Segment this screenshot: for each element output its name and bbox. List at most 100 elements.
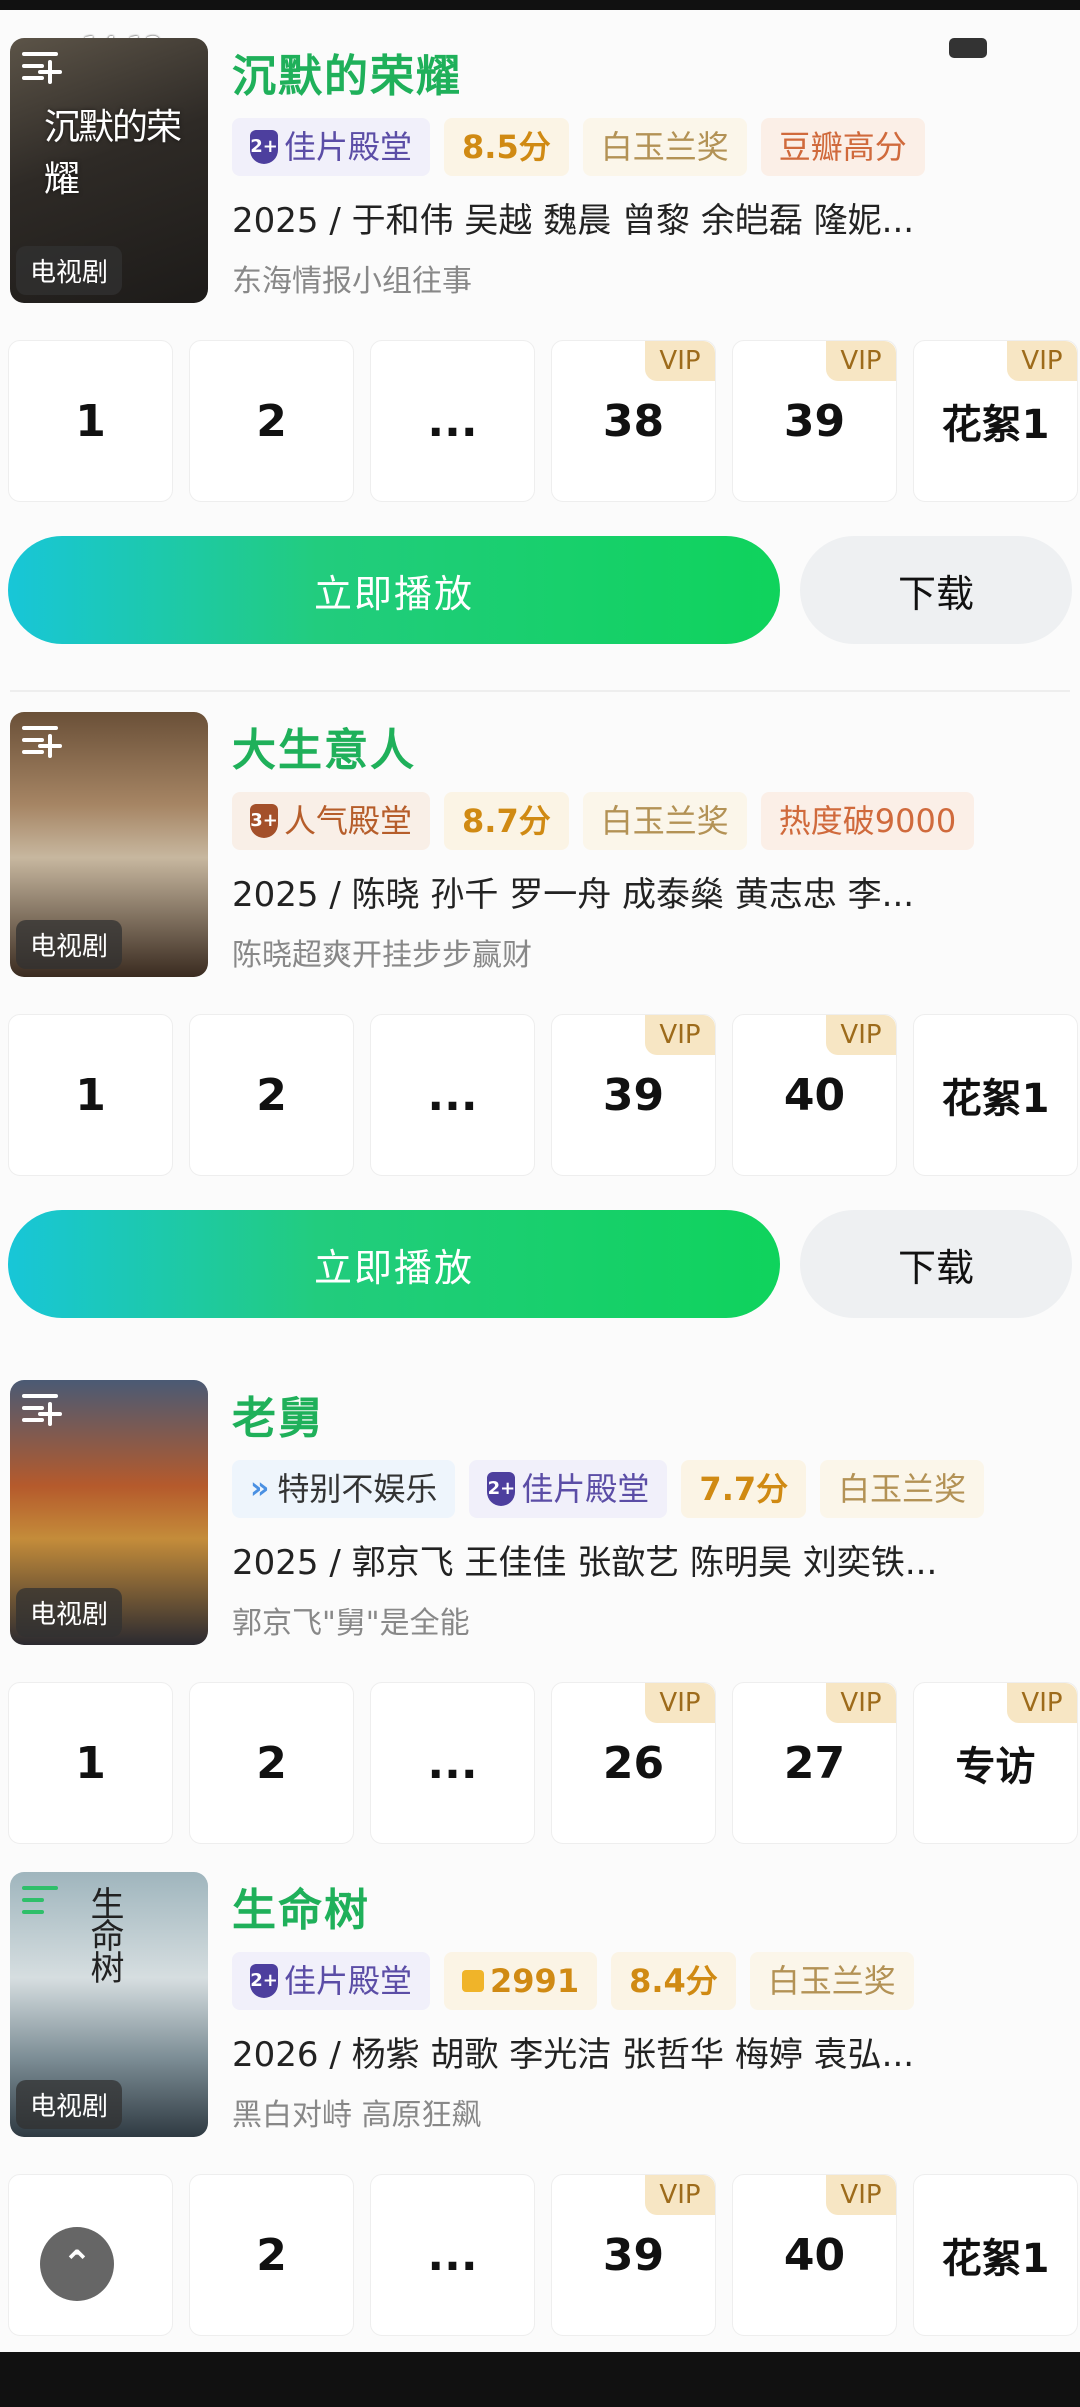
extras-button[interactable]: 花絮1 xyxy=(913,2174,1078,2336)
play-now-button[interactable]: 立即播放 xyxy=(8,1210,780,1318)
vip-badge: VIP xyxy=(826,1683,896,1723)
thumbs-up-icon xyxy=(462,1970,485,1992)
award-tag: 白玉兰奖 xyxy=(582,118,747,176)
episode-button[interactable]: 2 xyxy=(189,2174,354,2336)
vip-badge: VIP xyxy=(826,1015,896,1055)
score-tag: 8.4分 xyxy=(611,1952,736,2010)
back-to-top-button[interactable]: ⌃ xyxy=(40,2227,114,2301)
extras-button[interactable]: 花絮1 xyxy=(913,1014,1078,1176)
chevron-up-icon: ⌃ xyxy=(61,2243,93,2285)
award-tag: 白玉兰奖 xyxy=(749,1952,914,2010)
add-to-list-icon[interactable] xyxy=(22,1390,62,1426)
download-button[interactable]: 下载 xyxy=(800,1210,1072,1318)
show-title[interactable]: 大生意人 xyxy=(232,714,416,778)
episode-button[interactable]: 40 VIP xyxy=(732,1014,897,1176)
hall-tag: 2+ 佳片殿堂 xyxy=(469,1460,668,1518)
add-to-list-icon[interactable] xyxy=(22,1882,62,1918)
episode-button[interactable]: 2 xyxy=(189,340,354,502)
description: 黑白对峙 高原狂飙 xyxy=(232,2098,482,2133)
special-tag: » 特别不娱乐 xyxy=(232,1460,456,1518)
poster[interactable]: 电视剧 xyxy=(10,712,208,977)
episode-button[interactable]: 1 xyxy=(8,340,173,502)
interview-button[interactable]: 专访 VIP xyxy=(913,1682,1078,1844)
vip-badge: VIP xyxy=(645,2175,715,2215)
episode-button[interactable]: ... xyxy=(370,2174,535,2336)
show-title[interactable]: 沉默的荣耀 xyxy=(232,40,462,104)
cast-line: 2025 / 陈晓 孙千 罗一舟 成泰燊 黄志忠 李... xyxy=(232,875,915,915)
hot-tag: 豆瓣高分 xyxy=(760,118,925,176)
description: 郭京飞"舅"是全能 xyxy=(232,1606,470,1641)
episode-button[interactable]: 1 xyxy=(8,1014,173,1176)
tag-row: » 特别不娱乐 2+ 佳片殿堂 7.7分 白玉兰奖 xyxy=(232,1460,985,1520)
hall-tag: 2+ 佳片殿堂 xyxy=(232,118,431,176)
vip-badge: VIP xyxy=(1007,1683,1077,1723)
vip-badge: VIP xyxy=(645,341,715,381)
vip-badge: VIP xyxy=(1007,341,1077,381)
show-title[interactable]: 生命树 xyxy=(232,1874,370,1938)
description: 陈晓超爽开挂步步赢财 xyxy=(232,938,532,973)
add-to-list-icon[interactable] xyxy=(22,722,62,758)
category-label: 电视剧 xyxy=(16,2080,123,2129)
episode-button[interactable]: 27 VIP xyxy=(732,1682,897,1844)
description: 东海情报小组往事 xyxy=(232,264,472,299)
episode-list: 1 2 ... 38 VIP 39 VIP 花絮1 VIP xyxy=(8,340,1078,502)
extras-button[interactable]: 花絮1 VIP xyxy=(913,340,1078,502)
download-button[interactable]: 下载 xyxy=(800,536,1072,644)
poster-title: 生命树 xyxy=(84,1886,124,1982)
episode-list: 1 2 ... 26 VIP 27 VIP 专访 VIP xyxy=(8,1682,1078,1844)
award-tag: 白玉兰奖 xyxy=(582,792,747,850)
category-label: 电视剧 xyxy=(16,920,123,969)
likes-tag: 2991 xyxy=(444,1952,598,2010)
poster-title: 沉默的荣耀 xyxy=(44,107,182,200)
hot-tag: 热度破9000 xyxy=(760,792,975,850)
episode-list: 1 2 ... 39VIP 40VIP 花絮1 xyxy=(8,1014,1078,1176)
hall-badge-icon: 2+ xyxy=(487,1472,516,1506)
category-label: 电视剧 xyxy=(16,246,123,295)
show-title[interactable]: 老舅 xyxy=(232,1382,324,1446)
tag-row: 3+ 人气殿堂 8.7分 白玉兰奖 热度破9000 xyxy=(232,792,975,852)
category-label: 电视剧 xyxy=(16,1588,123,1637)
episode-button[interactable]: 39 VIP xyxy=(732,340,897,502)
top-edge xyxy=(0,0,1080,10)
cast-line: 2025 / 于和伟 吴越 魏晨 曾黎 余皑磊 隆妮... xyxy=(232,201,915,241)
episode-button[interactable]: 26 VIP xyxy=(551,1682,716,1844)
episode-list: 1 2 ... 39VIP 40VIP 花絮1 xyxy=(8,2174,1078,2336)
episode-button[interactable]: 2 xyxy=(189,1682,354,1844)
episode-button[interactable]: 2 xyxy=(189,1014,354,1176)
vip-badge: VIP xyxy=(826,341,896,381)
vip-badge: VIP xyxy=(645,1683,715,1723)
action-row: 立即播放 下载 xyxy=(8,1210,1072,1318)
award-tag: 白玉兰奖 xyxy=(820,1460,985,1518)
chevron-right-icon: » xyxy=(250,1471,270,1506)
episode-button[interactable]: 40 VIP xyxy=(732,2174,897,2336)
hall-badge-icon: 2+ xyxy=(250,1964,278,1998)
poster[interactable]: 沉默的荣耀 电视剧 xyxy=(10,38,208,303)
hall-tag: 2+ 佳片殿堂 xyxy=(232,1952,431,2010)
episode-button[interactable]: 39 VIP xyxy=(551,2174,716,2336)
hall-badge-icon: 2+ xyxy=(250,130,278,164)
cast-line: 2026 / 杨紫 胡歌 李光洁 张哲华 梅婷 袁弘... xyxy=(232,2035,915,2075)
score-tag: 8.5分 xyxy=(444,118,569,176)
action-row: 立即播放 下载 xyxy=(8,536,1072,644)
hall-badge-icon: 3+ xyxy=(250,804,278,838)
score-tag: 7.7分 xyxy=(681,1460,807,1518)
hall-tag: 3+ 人气殿堂 xyxy=(232,792,431,850)
poster[interactable]: 电视剧 xyxy=(10,1380,208,1645)
episode-button[interactable]: ... xyxy=(370,340,535,502)
play-now-button[interactable]: 立即播放 xyxy=(8,536,780,644)
tag-row: 2+ 佳片殿堂 8.5分 白玉兰奖 豆瓣高分 xyxy=(232,118,925,178)
episode-button[interactable]: 38 VIP xyxy=(551,340,716,502)
bottom-edge xyxy=(0,2352,1080,2407)
battery-icon xyxy=(949,38,987,58)
poster[interactable]: 生命树 电视剧 xyxy=(10,1872,208,2137)
episode-button[interactable]: ... xyxy=(370,1682,535,1844)
add-to-list-icon[interactable] xyxy=(22,48,62,84)
vip-badge: VIP xyxy=(826,2175,896,2215)
episode-button[interactable]: 1 xyxy=(8,1682,173,1844)
vip-badge: VIP xyxy=(645,1015,715,1055)
score-tag: 8.7分 xyxy=(444,792,569,850)
episode-button[interactable]: 39 VIP xyxy=(551,1014,716,1176)
episode-button[interactable]: ... xyxy=(370,1014,535,1176)
tag-row: 2+ 佳片殿堂 2991 8.4分 白玉兰奖 xyxy=(232,1952,914,2012)
divider xyxy=(10,690,1070,692)
